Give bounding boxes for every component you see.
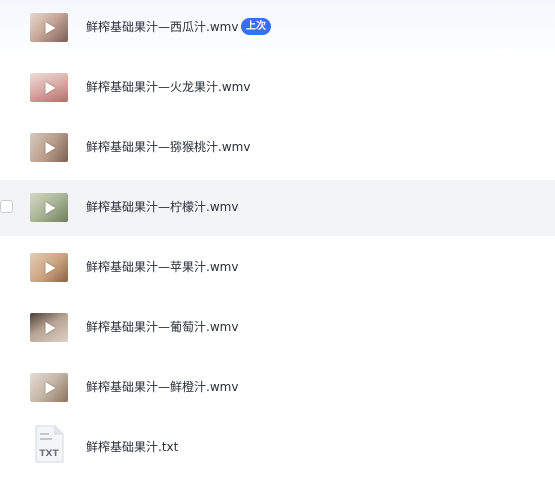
video-thumbnail[interactable] — [30, 313, 68, 342]
play-icon — [45, 21, 56, 34]
video-thumbnail[interactable] — [30, 193, 68, 222]
file-name[interactable]: 鲜榨基础果汁—猕猴桃汁.wmv — [86, 139, 250, 155]
play-icon — [45, 81, 56, 94]
txt-icon-label: TXT — [39, 449, 59, 459]
video-thumbnail[interactable] — [30, 73, 68, 102]
play-icon — [45, 141, 56, 154]
play-icon — [45, 321, 56, 334]
last-viewed-badge: 上次 — [241, 18, 271, 35]
file-name[interactable]: 鲜榨基础果汁—西瓜汁.wmv — [86, 19, 238, 35]
file-row-apple[interactable]: 鲜榨基础果汁—苹果汁.wmv — [0, 240, 555, 296]
file-row-lemon[interactable]: 鲜榨基础果汁—柠檬汁.wmv — [0, 180, 555, 236]
video-thumbnail[interactable] — [30, 13, 68, 42]
video-thumbnail[interactable] — [30, 253, 68, 282]
file-name[interactable]: 鲜榨基础果汁—火龙果汁.wmv — [86, 79, 250, 95]
file-row-watermelon[interactable]: 鲜榨基础果汁—西瓜汁.wmv 上次 — [0, 0, 555, 56]
file-name[interactable]: 鲜榨基础果汁.txt — [86, 439, 178, 455]
file-row-grape[interactable]: 鲜榨基础果汁—葡萄汁.wmv — [0, 300, 555, 356]
file-name[interactable]: 鲜榨基础果汁—柠檬汁.wmv — [86, 199, 238, 215]
file-name[interactable]: 鲜榨基础果汁—鲜橙汁.wmv — [86, 379, 238, 395]
play-icon — [45, 261, 56, 274]
file-row-dragonfruit[interactable]: 鲜榨基础果汁—火龙果汁.wmv — [0, 60, 555, 116]
video-thumbnail[interactable] — [30, 373, 68, 402]
file-name[interactable]: 鲜榨基础果汁—葡萄汁.wmv — [86, 319, 238, 335]
row-checkbox[interactable] — [0, 200, 13, 213]
file-row-kiwi[interactable]: 鲜榨基础果汁—猕猴桃汁.wmv — [0, 120, 555, 176]
file-row-txt[interactable]: TXT 鲜榨基础果汁.txt — [0, 420, 555, 476]
play-icon — [45, 201, 56, 214]
play-icon — [45, 381, 56, 394]
txt-file-icon[interactable]: TXT — [34, 425, 64, 463]
file-name[interactable]: 鲜榨基础果汁—苹果汁.wmv — [86, 259, 238, 275]
file-row-orange[interactable]: 鲜榨基础果汁—鲜橙汁.wmv — [0, 360, 555, 416]
video-thumbnail[interactable] — [30, 133, 68, 162]
